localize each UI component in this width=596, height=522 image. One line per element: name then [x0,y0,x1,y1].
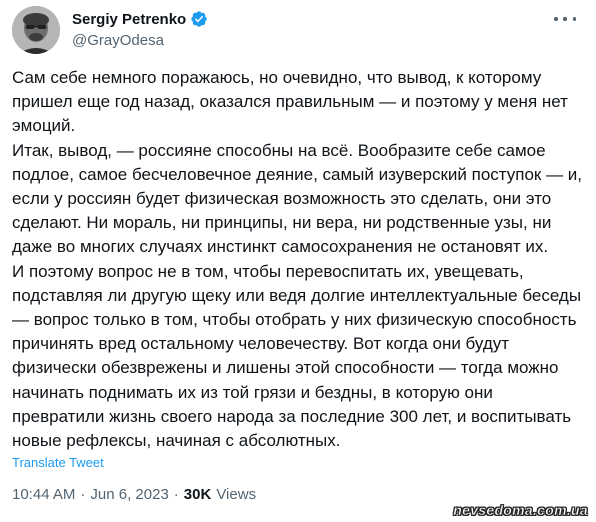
tweet-card: Sergiy Petrenko @GrayOdesa Сам себе немн… [0,0,596,522]
watermark: nevsedoma.com.ua [453,502,588,519]
meta-separator: · [80,486,86,503]
avatar[interactable] [12,6,60,54]
translate-tweet-link[interactable]: Translate Tweet [12,455,104,470]
more-options-icon[interactable] [554,12,576,26]
author-handle[interactable]: @GrayOdesa [72,32,208,49]
tweet-text: Сам себе немного поражаюсь, но очевидно,… [12,66,584,453]
tweet-paragraph: И поэтому вопрос не в том, чтобы перевос… [12,261,582,451]
tweet-header: Sergiy Petrenko @GrayOdesa [12,6,584,58]
tweet-paragraph: Итак, вывод, — россияне способны на всё.… [12,140,583,257]
author-display-name[interactable]: Sergiy Petrenko [72,11,186,28]
meta-separator: · [173,486,179,503]
tweet-date[interactable]: Jun 6, 2023 [90,486,168,503]
tweet-paragraph: Сам себе немного поражаюсь, но очевидно,… [12,68,568,136]
tweet-meta: 10:44 AM · Jun 6, 2023 · 30K Views [12,486,256,503]
views-label: Views [216,486,257,503]
author-names: Sergiy Petrenko @GrayOdesa [72,9,208,49]
views-count: 30K [183,486,212,503]
verified-badge-icon [190,10,208,28]
tweet-time[interactable]: 10:44 AM [12,486,75,503]
